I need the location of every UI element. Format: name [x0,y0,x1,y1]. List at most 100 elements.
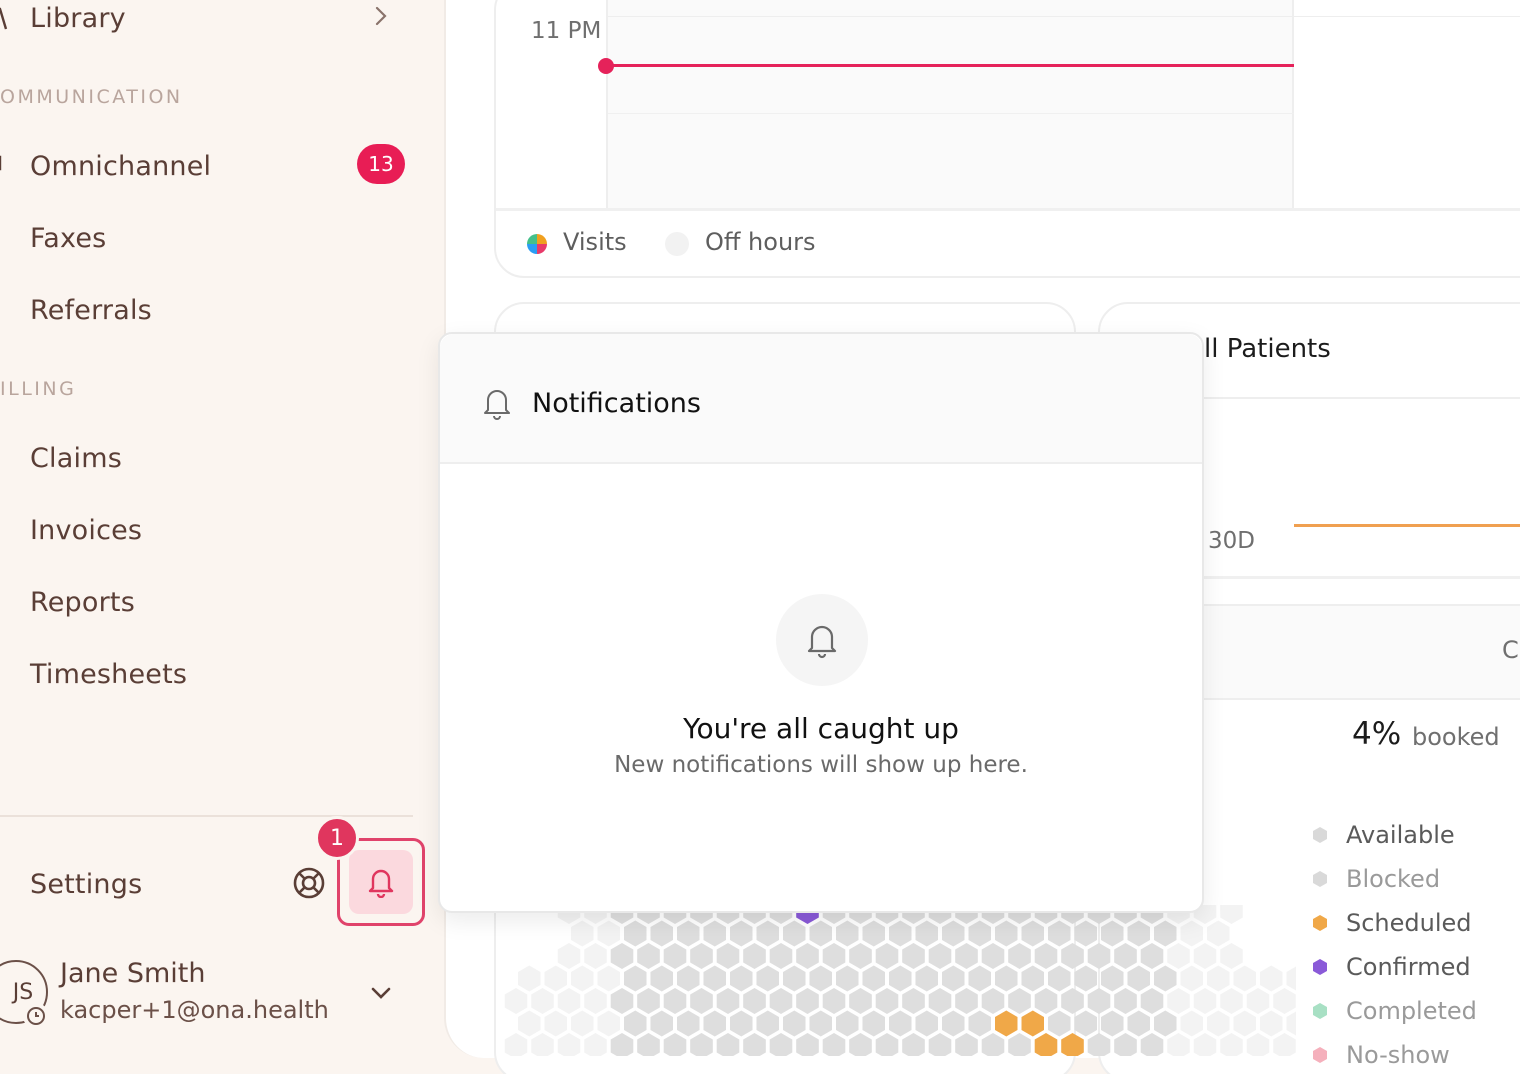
hex-cell [730,920,753,947]
hex-cell [955,988,978,1014]
chevron-right-icon[interactable] [372,4,390,28]
sidebar-item-timesheets[interactable]: Timesheets [0,646,420,702]
hexagon-swatch-icon [1313,827,1327,843]
hex-cell [690,943,713,969]
notifications-button[interactable] [349,850,413,914]
sidebar-item-faxes[interactable]: Faxes [0,210,420,266]
hex-cell [703,920,726,947]
hex-cell [902,943,925,969]
hex-cell [1220,905,1243,924]
sidebar-item-reports[interactable]: Reports [0,574,420,630]
calendar-time-label: 11 PM [531,18,602,44]
trend-line [1294,524,1520,527]
hex-cell [571,1010,594,1037]
hex-cell [809,965,832,992]
hex-cell [584,943,607,969]
hex-cell [889,920,912,947]
hex-cell [928,988,952,1014]
sidebar-item-label: Reports [30,586,135,618]
hex-cell [743,988,766,1014]
hex-cell [690,1033,713,1056]
sidebar-item-invoices[interactable]: Invoices [0,502,420,558]
hex-cell [1008,988,1031,1014]
hex-cell [1087,1033,1111,1056]
hex-cell [716,1033,740,1056]
hex-cell [650,965,673,992]
hex-cell [902,1033,925,1056]
hex-cell [889,1010,912,1037]
notifications-panel: Notifications You're all caught up New n… [438,332,1204,913]
range-30d-label[interactable]: 30D [1208,528,1255,554]
hex-cell [624,965,647,992]
hex-cell [836,965,859,992]
hex-cell [663,988,687,1014]
hex-cell [1180,965,1203,992]
legend-off-hours: Off hours [705,228,816,256]
hex-cell [663,943,687,969]
hex-cell [875,943,899,969]
hex-cell [942,965,965,992]
hex-cell [769,943,793,969]
hex-cell [1087,943,1111,969]
hex-cell [1193,1033,1217,1056]
hex-cell [783,1010,806,1037]
section-label-billing: ILLING [0,378,77,400]
hex-cell [968,1010,991,1037]
status-legend-item: Confirmed [1312,952,1471,982]
sidebar-item-label: Faxes [30,222,107,254]
help-lifebuoy-icon[interactable] [290,864,328,902]
hex-cell [822,1033,846,1056]
hex-cell [995,965,1018,992]
hex-cell [544,965,567,992]
hex-cell [1193,988,1217,1014]
sidebar-item-claims[interactable]: Claims [0,430,420,486]
chevron-down-icon[interactable] [368,982,394,1004]
sidebar-item-label: Library [30,2,126,34]
hex-cell [518,1010,541,1037]
hex-cell [836,920,859,947]
hex-cell [915,965,938,992]
column-header-partial: C [1502,636,1519,664]
calendar-day-column[interactable] [606,0,1294,208]
bell-icon [807,625,837,659]
status-legend-label: Confirmed [1346,953,1471,981]
hex-cell [1246,988,1270,1014]
hex-cell [1220,943,1243,969]
hex-cell [1087,988,1111,1014]
hex-cell [1061,988,1084,1014]
hex-cell [902,988,925,1014]
hex-cell [955,1033,978,1056]
hex-cell [783,965,806,992]
hex-cell [597,965,620,992]
sidebar-item-label: Settings [30,868,143,900]
fax-icon [0,225,10,251]
hex-cell [1061,943,1084,969]
sidebar-item-referrals[interactable]: Referrals [0,282,420,338]
hex-cell [716,943,740,969]
hex-cell [637,943,660,969]
hex-cell [1101,1010,1124,1037]
hex-cell [928,1033,952,1056]
legend-visits: Visits [563,228,627,256]
hex-cell [1220,1033,1243,1056]
hex-cell [968,920,991,947]
hex-cell [995,1010,1018,1037]
hex-cell [703,1010,726,1037]
visits-legend-swatch [527,234,547,254]
hex-cell [1074,920,1097,947]
status-legend-item: Completed [1312,996,1477,1026]
hex-cell [1180,920,1203,947]
hex-cell [571,965,594,992]
hex-cell [783,920,806,947]
current-time-indicator [606,64,1294,67]
hex-cell [703,965,726,992]
hex-cell [981,988,1005,1014]
hex-cell [1048,965,1071,992]
hex-cell [1140,1033,1164,1056]
hex-cell [557,943,581,969]
hex-cell [1048,1010,1071,1037]
hex-cell [1154,965,1177,992]
hex-cell [1021,920,1044,947]
omnichannel-count-badge: 13 [357,144,405,184]
sidebar-item-library[interactable]: Library [0,0,420,46]
